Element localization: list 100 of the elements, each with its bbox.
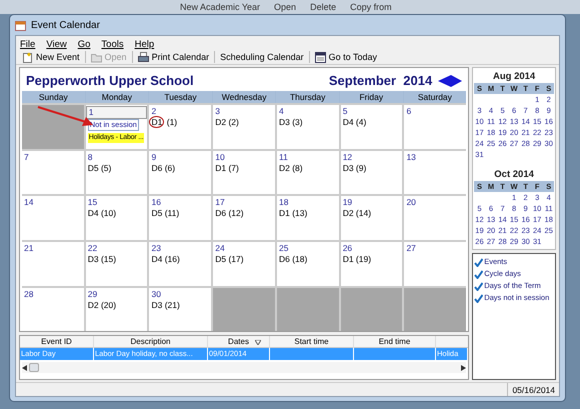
day-number[interactable]: 17 [215, 197, 225, 208]
cycle-day: D2 (20) [88, 300, 116, 310]
day-number[interactable]: 7 [24, 152, 29, 163]
cycle-day: D2 (8) [278, 162, 303, 173]
day-number[interactable]: 27 [406, 242, 416, 254]
cycle-day: D3 (9) [342, 162, 366, 173]
menu-item[interactable]: Tools [101, 38, 124, 48]
new-document-icon [22, 52, 33, 62]
cycle-day: D1 (19) [342, 254, 372, 264]
day-cell[interactable]: 12 D3 (9) [340, 150, 402, 194]
day-number[interactable]: 25 [278, 242, 288, 254]
scroll-left-icon[interactable] [22, 364, 27, 371]
cycle-day: D4 (16) [151, 254, 180, 264]
day-number[interactable]: 21 [24, 242, 34, 254]
day-number[interactable]: 18 [278, 197, 288, 208]
day-cell[interactable]: 14 [22, 196, 84, 240]
day-cell[interactable]: 26 D1 (19) [340, 242, 402, 286]
day-cell[interactable]: 22 D3 (15) [86, 242, 148, 286]
day-cell[interactable]: 5 D4 (4) [340, 105, 402, 149]
day-number[interactable]: 2 [151, 106, 156, 117]
cycle-day: D2 (14) [342, 208, 372, 218]
mini-calendar-title: Oct 2014 [493, 168, 535, 181]
day-number[interactable]: 30 [151, 288, 161, 300]
day-number[interactable]: 9 [151, 152, 156, 163]
calendar-app-icon [15, 20, 26, 30]
day-number[interactable]: 10 [215, 152, 225, 163]
month-title: September 2014 [328, 72, 432, 90]
day-cell[interactable]: 8 D5 (5) [86, 150, 148, 194]
day-cell[interactable]: 24 D5 (17) [213, 242, 275, 286]
cycle-day: D1 (7) [215, 162, 239, 173]
day-cell[interactable]: 23 D4 (16) [149, 242, 212, 286]
menu-item[interactable]: Go [78, 38, 90, 48]
day-number[interactable]: 4 [278, 106, 284, 117]
cycle-day: D5 (17) [215, 254, 244, 264]
toolbar-button[interactable]: Go to Today [312, 51, 380, 63]
weekday-header: Monday [86, 91, 148, 103]
next-month-icon[interactable] [451, 75, 462, 87]
day-cell[interactable]: 16 D5 (11) [149, 196, 212, 240]
menu-item[interactable]: View [46, 38, 67, 48]
cycle-count: (1) [166, 117, 178, 127]
day-cell[interactable]: 25 D6 (18) [276, 242, 339, 286]
day-number[interactable]: 13 [406, 152, 416, 163]
day-number[interactable]: 14 [24, 197, 34, 208]
cycle-day: D3 (21) [151, 300, 180, 310]
day-number[interactable]: 20 [406, 197, 416, 208]
day-cell[interactable]: 9 D6 (6) [149, 150, 212, 194]
menu-item[interactable]: Help [134, 38, 154, 48]
printer-icon [138, 52, 149, 62]
day-number[interactable]: 11 [278, 152, 288, 163]
day-number[interactable]: 23 [151, 242, 161, 254]
day-number[interactable]: 24 [215, 242, 225, 254]
day-cell[interactable]: 20 [404, 196, 466, 240]
school-name: Pepperworth Upper School [26, 72, 194, 90]
day-number[interactable]: 5 [342, 106, 348, 117]
day-cell[interactable]: 3 D2 (2) [213, 105, 275, 149]
day-number[interactable]: 29 [88, 288, 98, 300]
day-number[interactable]: 15 [88, 197, 98, 208]
weekday-header: Friday [340, 91, 403, 103]
day-number[interactable]: 12 [342, 152, 352, 163]
horizontal-scrollbar[interactable] [22, 362, 466, 374]
day-cell[interactable]: 18 D1 (13) [276, 196, 339, 240]
day-cell[interactable]: 17 D6 (12) [213, 196, 275, 240]
day-cell[interactable]: 15 D4 (10) [86, 196, 148, 240]
weekday-header: Wednesday [212, 91, 276, 103]
day-number[interactable]: 3 [215, 106, 220, 117]
scroll-thumb[interactable] [29, 363, 39, 372]
mini-calendar-title: Aug 2014 [492, 70, 536, 83]
weekday-header: Thursday [276, 91, 339, 103]
day-cell[interactable]: 7 [22, 150, 84, 194]
day-cell[interactable]: 30 D3 (21) [149, 288, 212, 332]
menu-item[interactable]: File [20, 38, 36, 48]
scroll-right-icon[interactable] [461, 364, 466, 371]
weekday-header: Saturday [404, 91, 466, 103]
day-cell[interactable]: 11 D2 (8) [276, 150, 339, 194]
previous-month-icon[interactable] [438, 75, 452, 87]
day-number[interactable]: 8 [88, 152, 92, 163]
day-cell[interactable]: 13 [404, 150, 466, 194]
toolbar-button[interactable]: Print Calendar [134, 51, 212, 63]
day-cell[interactable]: 29 D2 (20) [86, 288, 148, 332]
day-number[interactable]: 28 [24, 288, 34, 300]
toolbar-button[interactable]: New Event [19, 51, 83, 63]
day-number[interactable]: 16 [151, 197, 161, 208]
day-number[interactable]: 19 [342, 197, 352, 208]
day-cell[interactable]: 6 [404, 105, 466, 149]
day-cell[interactable]: 28 [22, 288, 84, 332]
toolbar-button[interactable]: Scheduling Calendar [217, 51, 307, 63]
day-number[interactable]: 6 [406, 106, 412, 117]
cycle-day: D2 (2) [215, 117, 239, 127]
day-cell[interactable]: 10 D1 (7) [213, 150, 275, 194]
day-cell[interactable]: 4 D3 (3) [276, 105, 339, 149]
day-cell[interactable]: 19 D2 (14) [340, 196, 402, 240]
cycle-day: D4 (4) [342, 117, 366, 127]
day-cell[interactable]: 27 [404, 242, 466, 286]
day-number[interactable]: 26 [342, 242, 352, 254]
day-cell[interactable]: 21 [22, 242, 84, 286]
circled-cycle-day: D1 [149, 116, 164, 128]
day-number[interactable]: 1 [86, 106, 148, 119]
day-number[interactable]: 22 [88, 242, 98, 254]
day-cell[interactable]: 2 D1 (1) [149, 105, 212, 149]
cycle-day: D4 (10) [88, 208, 116, 218]
